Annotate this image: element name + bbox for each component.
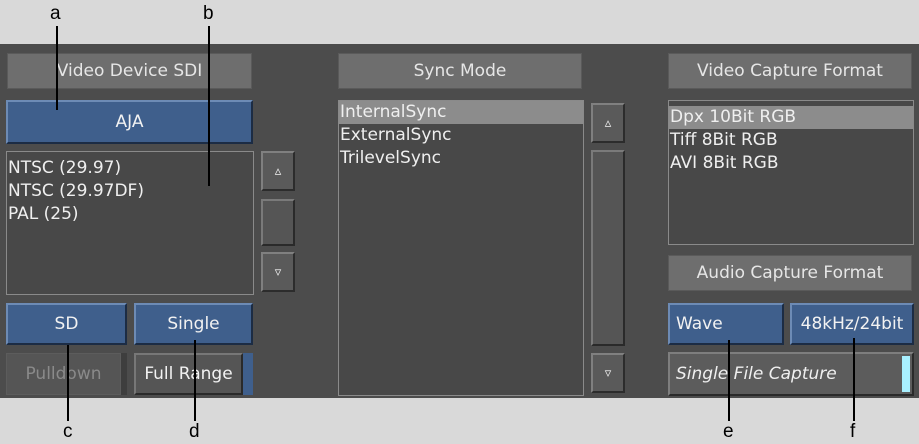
definition-button[interactable]: SD bbox=[6, 303, 127, 345]
callout-label-b: b bbox=[203, 3, 214, 24]
callout-band-top bbox=[0, 0, 919, 44]
sync-mode-header: Sync Mode bbox=[338, 53, 582, 89]
callout-line-c bbox=[67, 345, 69, 421]
list-item[interactable]: TrilevelSync bbox=[339, 147, 583, 170]
callout-line-b bbox=[208, 26, 210, 186]
audio-rate-button[interactable]: 48kHz/24bit bbox=[790, 303, 914, 345]
callout-band-bottom bbox=[0, 398, 919, 444]
list-item[interactable]: AVI 8Bit RGB bbox=[669, 152, 913, 175]
list-item[interactable]: NTSC (29.97) bbox=[7, 157, 253, 180]
arrow-down-icon: ▿ bbox=[274, 264, 282, 280]
list-item[interactable]: ExternalSync bbox=[339, 124, 583, 147]
callout-line-f bbox=[853, 338, 855, 421]
single-file-capture-toggle[interactable]: Single File Capture bbox=[668, 352, 914, 396]
list-item[interactable]: PAL (25) bbox=[7, 203, 253, 226]
sync-scroll-up-button[interactable]: ▵ bbox=[591, 103, 625, 143]
sync-scrollbar-thumb[interactable] bbox=[591, 150, 625, 346]
video-capture-format-header: Video Capture Format bbox=[668, 53, 912, 89]
callout-label-e: e bbox=[723, 421, 734, 442]
list-item[interactable]: InternalSync bbox=[339, 101, 583, 124]
range-button[interactable]: Full Range bbox=[134, 353, 243, 395]
arrow-down-icon: ▿ bbox=[604, 365, 612, 381]
audio-capture-format-header: Audio Capture Format bbox=[668, 255, 912, 291]
format-scrollbar-thumb[interactable] bbox=[261, 199, 295, 246]
format-scroll-down-button[interactable]: ▿ bbox=[261, 252, 295, 292]
sync-scroll-down-button[interactable]: ▿ bbox=[591, 353, 625, 393]
list-item[interactable]: Tiff 8Bit RGB bbox=[669, 129, 913, 152]
format-scroll-up-button[interactable]: ▵ bbox=[261, 151, 295, 191]
field-mode-button[interactable]: Single bbox=[134, 303, 253, 345]
callout-line-a bbox=[56, 26, 58, 110]
callout-line-d bbox=[194, 340, 196, 421]
range-indicator bbox=[243, 353, 253, 395]
single-file-capture-label: Single File Capture bbox=[676, 364, 837, 384]
arrow-up-icon: ▵ bbox=[274, 163, 282, 179]
video-format-list[interactable]: NTSC (29.97) NTSC (29.97DF) PAL (25) bbox=[6, 151, 254, 295]
list-item[interactable]: Dpx 10Bit RGB bbox=[669, 106, 913, 129]
list-item[interactable]: NTSC (29.97DF) bbox=[7, 180, 253, 203]
device-button[interactable]: AJA bbox=[6, 100, 253, 144]
pulldown-indicator bbox=[121, 353, 127, 395]
callout-label-a: a bbox=[50, 3, 61, 24]
arrow-up-icon: ▵ bbox=[604, 115, 612, 131]
sync-mode-list[interactable]: InternalSync ExternalSync TrilevelSync bbox=[338, 100, 584, 396]
callout-label-c: c bbox=[63, 421, 73, 442]
audio-type-button[interactable]: Wave bbox=[668, 303, 784, 345]
video-capture-format-list[interactable]: Dpx 10Bit RGB Tiff 8Bit RGB AVI 8Bit RGB bbox=[668, 100, 914, 245]
toggle-indicator bbox=[902, 356, 910, 392]
pulldown-button[interactable]: Pulldown bbox=[6, 353, 121, 395]
video-device-header: Video Device SDI bbox=[7, 53, 252, 89]
callout-label-f: f bbox=[850, 421, 856, 442]
callout-label-d: d bbox=[189, 421, 200, 442]
callout-line-e bbox=[728, 340, 730, 421]
